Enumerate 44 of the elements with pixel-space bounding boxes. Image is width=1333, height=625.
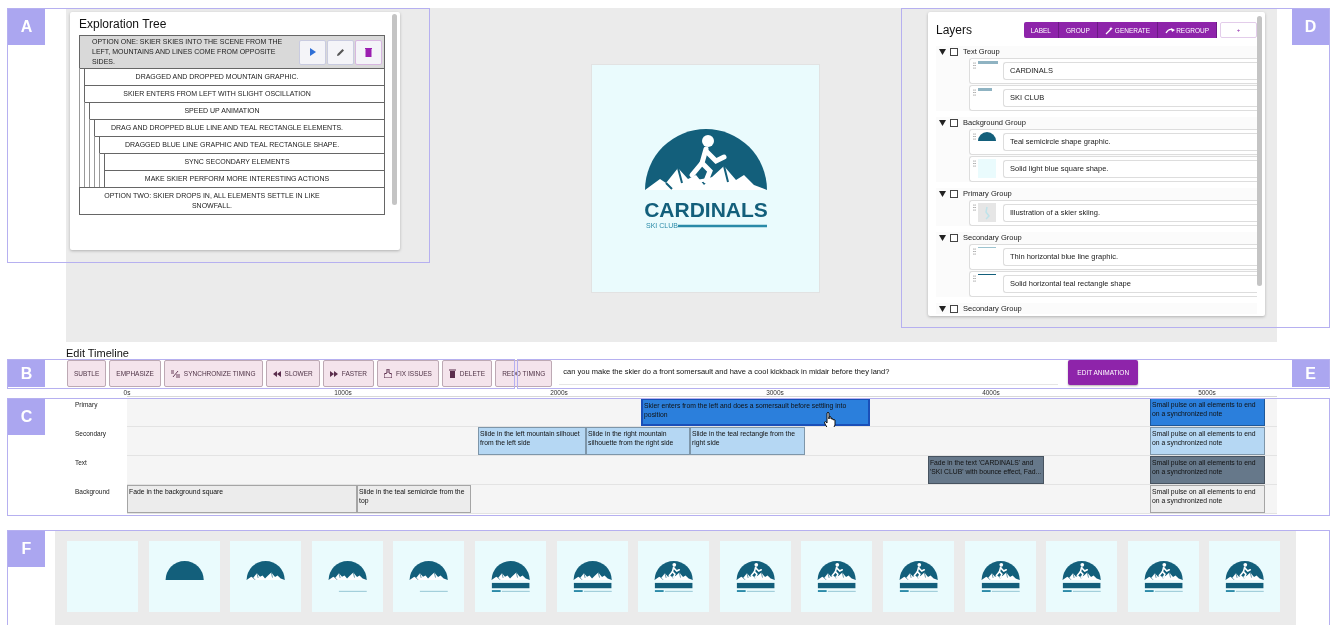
panel-letter: E bbox=[1292, 360, 1329, 387]
pencil-icon bbox=[337, 48, 344, 56]
panel-title: Layers bbox=[936, 23, 973, 37]
layer-thumbnail bbox=[978, 88, 992, 91]
drag-handle-icon[interactable] bbox=[973, 275, 976, 282]
panel-letter: B bbox=[8, 360, 45, 387]
drag-handle-icon[interactable] bbox=[973, 248, 976, 255]
drag-handle-icon[interactable] bbox=[973, 133, 976, 140]
drag-handle-icon[interactable] bbox=[973, 89, 976, 96]
panel-letter: F bbox=[8, 531, 45, 567]
curved-arrow-icon bbox=[1165, 26, 1176, 34]
wand-icon bbox=[1104, 25, 1114, 35]
delete-button[interactable] bbox=[355, 39, 382, 65]
caret-icon[interactable] bbox=[939, 48, 946, 55]
drag-handle-icon[interactable] bbox=[973, 160, 976, 167]
panel-letter: C bbox=[8, 399, 45, 435]
rewind-icon bbox=[272, 370, 281, 377]
layer-thumbnail bbox=[978, 61, 998, 64]
panel-letter: D bbox=[1292, 9, 1329, 45]
checkbox[interactable] bbox=[950, 304, 958, 313]
caret-icon[interactable] bbox=[939, 305, 946, 312]
drag-handle-icon[interactable] bbox=[973, 204, 976, 211]
caret-icon[interactable] bbox=[939, 190, 946, 197]
trash-icon bbox=[365, 47, 372, 57]
caret-icon[interactable] bbox=[939, 119, 946, 126]
edit-button[interactable] bbox=[327, 39, 354, 65]
checkbox[interactable] bbox=[950, 118, 958, 127]
panel-title: Exploration Tree bbox=[79, 17, 168, 31]
caret-icon[interactable] bbox=[939, 234, 946, 241]
layer-thumbnail bbox=[978, 132, 996, 141]
play-icon bbox=[309, 48, 316, 56]
section-title: Edit Timeline bbox=[66, 347, 130, 359]
drag-handle-icon[interactable] bbox=[973, 62, 976, 69]
layer-thumbnail bbox=[978, 203, 996, 222]
logo-title: CARDINALS bbox=[644, 198, 768, 221]
trash-icon bbox=[448, 369, 456, 378]
sync-icon bbox=[170, 369, 180, 378]
checkbox[interactable] bbox=[950, 189, 958, 198]
panel-letter: A bbox=[8, 9, 45, 45]
cleaning-icon bbox=[384, 369, 393, 378]
fast-forward-icon bbox=[329, 370, 338, 377]
checkbox[interactable] bbox=[950, 233, 958, 242]
play-button[interactable] bbox=[299, 39, 326, 65]
checkbox[interactable] bbox=[950, 47, 958, 56]
